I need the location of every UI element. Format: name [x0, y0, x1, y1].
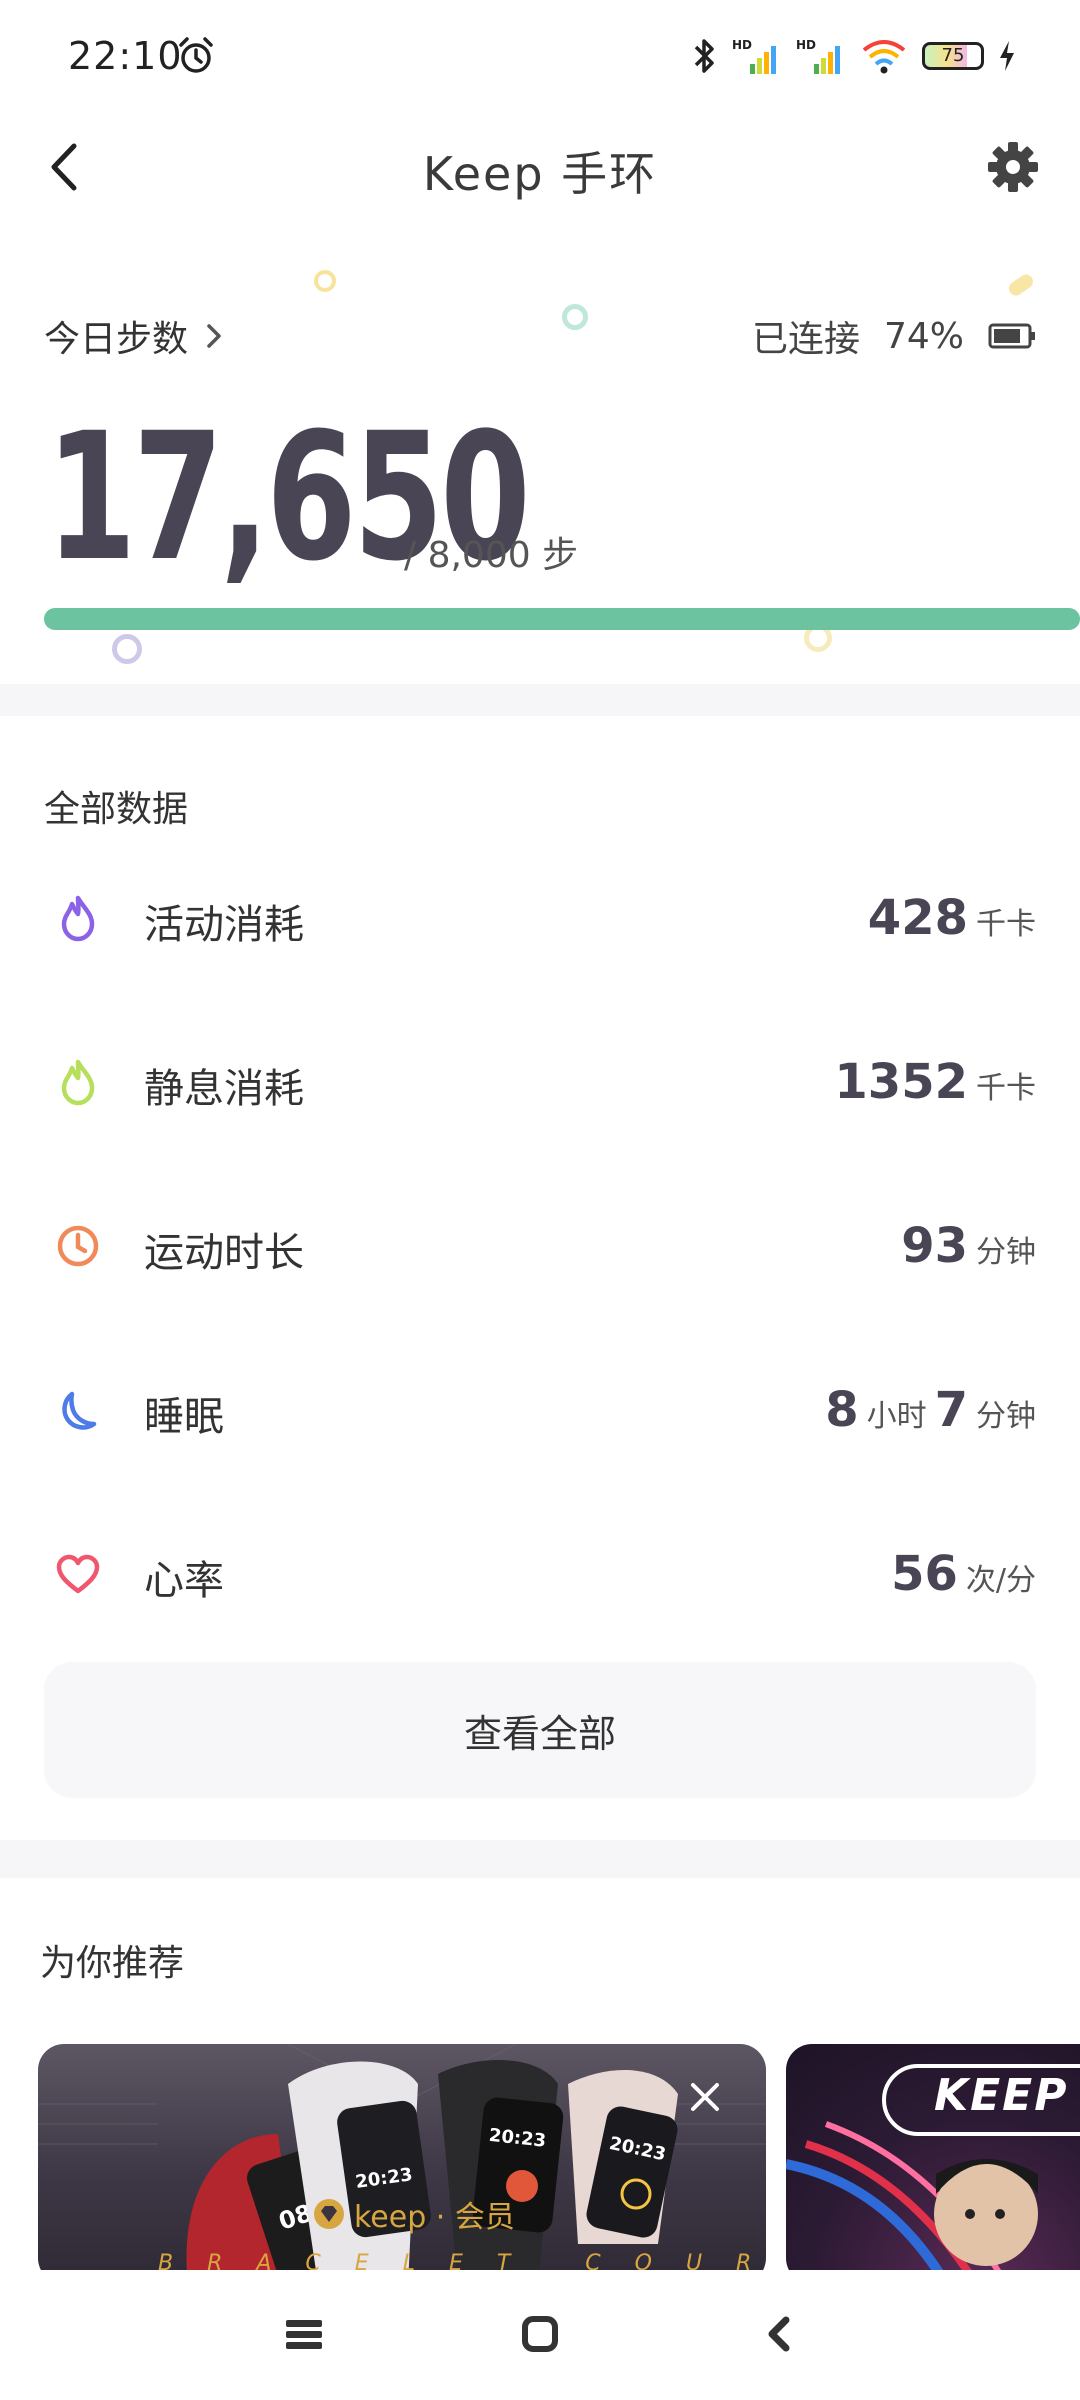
keep-member-text: keep · 会员	[354, 2200, 515, 2235]
signal-icon-2: HD	[796, 38, 840, 74]
chevron-right-icon	[207, 324, 221, 348]
data-label: 睡眠	[144, 1394, 224, 1440]
course-caption: BRACELET COURSE	[158, 2251, 766, 2270]
system-nav-bar	[0, 2270, 1080, 2400]
data-value: 56 次/分	[891, 1546, 1036, 1602]
flame-icon	[61, 895, 95, 942]
charging-icon	[1000, 41, 1014, 71]
data-row-heart-rate[interactable]: 心率 56 次/分	[0, 1524, 1080, 1624]
close-icon[interactable]	[688, 2080, 722, 2114]
keep-logo-text: KEEP	[934, 2070, 1069, 2121]
value-number: 93	[901, 1218, 968, 1274]
section-title-recommend: 为你推荐	[40, 1943, 185, 1984]
keep-diamond-icon	[314, 2199, 344, 2229]
battery-level: 75	[941, 45, 965, 66]
data-label: 活动消耗	[144, 902, 304, 948]
steps-goal: / 8,000 步	[404, 535, 579, 576]
today-steps-link[interactable]: 今日步数	[44, 310, 224, 362]
bracelet-illustration: 08 20 20:23 20:23 20:23	[38, 2044, 766, 2270]
home-icon[interactable]	[520, 2314, 560, 2354]
clock-icon	[57, 1225, 99, 1267]
data-value: 1352 千卡	[834, 1054, 1036, 1110]
status-icons: HD HD 75	[692, 34, 1016, 78]
value-unit: 千卡	[976, 1071, 1036, 1106]
svg-text:HD: HD	[796, 38, 816, 52]
menu-icon[interactable]	[284, 2314, 324, 2354]
bluetooth-icon	[694, 39, 714, 73]
recommend-section: 为你推荐 08 20 20:23 20:23 20:23	[0, 1878, 1080, 2270]
wifi-icon	[862, 40, 906, 74]
value-unit: 次/分	[965, 1563, 1036, 1598]
device-status: 已连接 74%	[752, 310, 1036, 362]
keep-member-brand: keep · 会员	[312, 2192, 515, 2236]
page-title: Keep 手环	[422, 147, 658, 201]
moon-icon	[62, 1391, 97, 1430]
value-unit: 小时	[866, 1399, 927, 1434]
data-row-sleep[interactable]: 睡眠 8 小时 7 分钟	[0, 1360, 1080, 1460]
section-title-all-data: 全部数据	[44, 789, 189, 830]
confetti-dot	[1006, 271, 1036, 299]
data-value: 8 小时 7 分钟	[825, 1382, 1036, 1438]
data-label: 运动时长	[144, 1230, 304, 1276]
top-nav: Keep 手环	[0, 112, 1080, 222]
back-icon[interactable]	[760, 2314, 800, 2354]
recommend-card-bracelet-course[interactable]: 08 20 20:23 20:23 20:23 keep · 会员 BRACEL…	[38, 2044, 766, 2270]
heart-icon	[56, 1554, 100, 1594]
value-number: 8	[825, 1382, 859, 1438]
steps-card[interactable]: 今日步数 已连接 74% 17,650 / 8,000 步	[0, 222, 1080, 684]
alarm-icon	[179, 37, 213, 73]
data-row-resting-calories[interactable]: 静息消耗 1352 千卡	[0, 1032, 1080, 1132]
value-number: 1352	[834, 1054, 968, 1110]
data-label: 心率	[144, 1558, 224, 1604]
status-time: 22:10	[68, 34, 183, 78]
signal-icon: HD	[732, 38, 776, 74]
today-steps-label: 今日步数	[44, 319, 189, 360]
battery-indicator: 75	[922, 42, 984, 70]
data-label: 静息消耗	[144, 1066, 304, 1112]
battery-icon	[988, 323, 1035, 349]
all-data-section: 全部数据 活动消耗 428 千卡 静息消耗 1352 千卡 运动时长 93 分钟	[0, 716, 1080, 1840]
device-battery-percent: 74%	[883, 315, 964, 357]
view-all-button[interactable]: 查看全部	[44, 1662, 1036, 1798]
value-number: 56	[891, 1546, 958, 1602]
value-unit: 千卡	[976, 907, 1036, 942]
steps-progress-bar	[44, 608, 1080, 630]
flame-icon	[61, 1059, 95, 1106]
data-row-exercise-duration[interactable]: 运动时长 93 分钟	[0, 1196, 1080, 1296]
confetti-dot	[562, 304, 588, 330]
recommend-card-keep[interactable]: KEEP	[786, 2044, 1080, 2270]
steps-progress-fill	[44, 608, 1080, 630]
data-value: 93 分钟	[901, 1218, 1036, 1274]
value-number-2: 7	[934, 1382, 968, 1438]
confetti-dot	[112, 634, 142, 664]
svg-text:HD: HD	[732, 38, 752, 52]
gear-icon[interactable]	[986, 140, 1040, 194]
data-row-activity-calories[interactable]: 活动消耗 428 千卡	[0, 868, 1080, 968]
connection-status: 已连接	[751, 319, 860, 360]
value-unit: 分钟	[976, 1235, 1036, 1270]
value-unit-2: 分钟	[976, 1399, 1036, 1434]
value-number: 428	[867, 890, 968, 946]
confetti-dot	[314, 270, 336, 292]
status-bar: 22:10 HD HD 75	[0, 0, 1080, 112]
data-value: 428 千卡	[868, 890, 1036, 946]
